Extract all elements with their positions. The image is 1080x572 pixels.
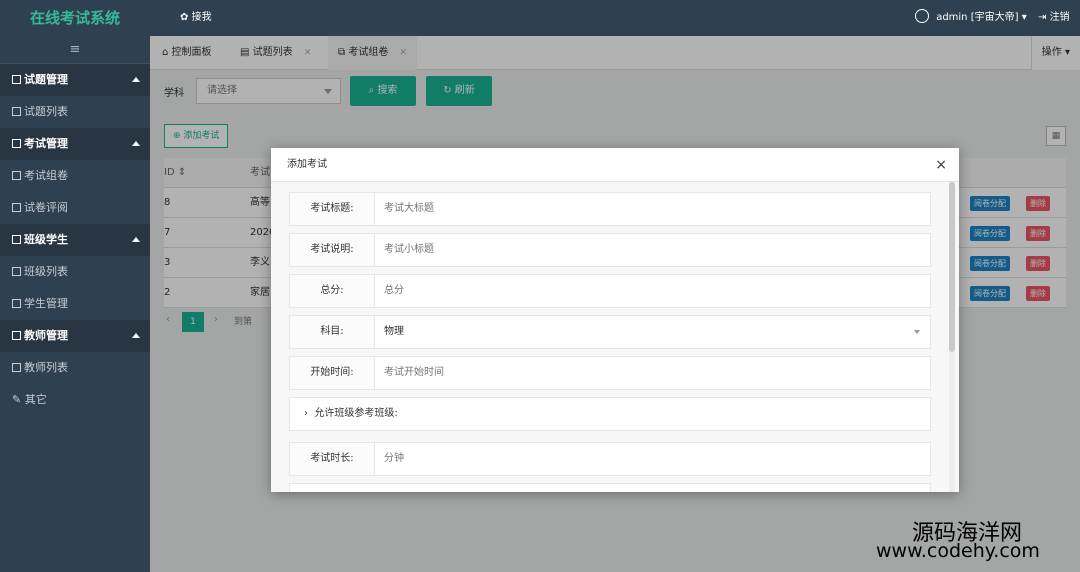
field-label: 考试说明:: [290, 234, 375, 266]
exam-description-input[interactable]: [384, 234, 914, 266]
caret-up-icon: [132, 141, 140, 146]
form-row-description: 考试说明:: [289, 233, 931, 267]
sidebar-item-teacher-list[interactable]: 教师列表: [0, 352, 150, 384]
form-row-subject: 科目: 物理: [289, 315, 931, 349]
form-row-title: 考试标题:: [289, 192, 931, 226]
grid-icon: [12, 138, 21, 148]
user-menu[interactable]: admin [宇宙大帝] ▾: [915, 0, 1027, 36]
logout-button[interactable]: ⇥ 注销: [1038, 0, 1070, 36]
field-label: 总分:: [290, 275, 375, 307]
caret-up-icon: [132, 237, 140, 242]
allowed-classes-collapse[interactable]: › 允许班级参考班级:: [289, 397, 931, 431]
field-label: 开始时间:: [290, 357, 375, 389]
modal-header: 添加考试 ×: [271, 148, 959, 182]
watermark-line2: www.codehy.com: [876, 540, 1040, 562]
document-icon: [12, 106, 21, 116]
sidebar-group-label: 班级学生: [24, 233, 68, 246]
form-row-total-score: 总分:: [289, 274, 931, 308]
caret-down-icon: ▾: [1021, 12, 1027, 23]
user-icon: [12, 298, 21, 308]
total-score-input[interactable]: [384, 275, 914, 307]
sidebar-item-label: 学生管理: [24, 297, 68, 310]
sidebar-group-questions[interactable]: 试题管理: [0, 64, 150, 96]
copy-icon: [12, 170, 21, 180]
modal-scrollbar[interactable]: [949, 182, 955, 492]
gear-icon: ✿: [180, 12, 189, 23]
chevron-down-icon: [914, 330, 920, 334]
sidebar-group-label: 考试管理: [24, 137, 68, 150]
form-row-duration: 考试时长:: [289, 442, 931, 476]
top-link-label: 接我: [191, 12, 212, 23]
add-exam-modal: 添加考试 × 考试标题: 考试说明: 总分: 科目: 物理 开始时间: › 允许…: [271, 148, 959, 492]
grid-icon: [12, 330, 21, 340]
modal-title: 添加考试: [287, 159, 327, 170]
sidebar-item-label: 试题列表: [24, 105, 68, 118]
sidebar-item-question-list[interactable]: 试题列表: [0, 96, 150, 128]
subject-select[interactable]: 物理: [384, 316, 914, 348]
sidebar-item-other[interactable]: ✎ 其它: [0, 384, 150, 416]
sidebar-item-label: 考试组卷: [24, 169, 68, 182]
menu-icon: ≡: [69, 42, 81, 57]
sidebar-group-students[interactable]: 班级学生: [0, 224, 150, 256]
wrench-icon: ✎: [12, 393, 22, 406]
teacher-icon: [12, 362, 21, 372]
sidebar-toggle[interactable]: ≡: [0, 36, 150, 64]
field-label: 考试标题:: [290, 193, 375, 225]
top-link[interactable]: ✿ 接我: [180, 0, 212, 36]
sidebar-group-teachers[interactable]: 教师管理: [0, 320, 150, 352]
sidebar-item-label: 试卷评阅: [24, 201, 68, 214]
caret-up-icon: [132, 77, 140, 82]
modal-body: 考试标题: 考试说明: 总分: 科目: 物理 开始时间: › 允许班级参考班级:…: [271, 182, 959, 492]
exam-title-input[interactable]: [384, 193, 914, 225]
list-icon: [12, 202, 21, 212]
duration-input[interactable]: [384, 443, 914, 475]
form-row-start-time: 开始时间:: [289, 356, 931, 390]
id-card-icon: [12, 266, 21, 276]
sidebar-item-label: 其它: [24, 393, 47, 406]
sidebar-item-class-list[interactable]: 班级列表: [0, 256, 150, 288]
sidebar-item-label: 教师列表: [24, 361, 68, 374]
sidebar-item-exam-compose[interactable]: 考试组卷: [0, 160, 150, 192]
sidebar-group-exams[interactable]: 考试管理: [0, 128, 150, 160]
close-icon[interactable]: ×: [935, 148, 947, 182]
app-title: 在线考试系统: [29, 9, 120, 27]
field-label: 科目:: [290, 316, 375, 348]
logout-label: 注销: [1049, 12, 1070, 23]
sidebar-group-label: 试题管理: [24, 73, 68, 86]
grid-icon: [12, 74, 21, 84]
sidebar-item-paper-review[interactable]: 试卷评阅: [0, 192, 150, 224]
sidebar-group-label: 教师管理: [24, 329, 68, 342]
collapse-label: 允许班级参考班级:: [314, 408, 398, 419]
sidebar: ≡ 试题管理 试题列表 考试管理 考试组卷 试卷评阅 班级学生 班级列表 学生管…: [0, 36, 150, 572]
start-time-input[interactable]: [384, 357, 914, 389]
top-navbar: 在线考试系统 ✿ 接我 admin [宇宙大帝] ▾ ⇥ 注销: [0, 0, 1080, 36]
field-label: 考试时长:: [290, 443, 375, 475]
form-row-next: [289, 483, 931, 492]
sidebar-item-label: 班级列表: [24, 265, 68, 278]
logout-icon: ⇥: [1038, 12, 1047, 23]
grid-icon: [12, 234, 21, 244]
user-avatar-icon: [915, 9, 929, 23]
scroll-thumb[interactable]: [949, 182, 955, 352]
chevron-right-icon: ›: [304, 408, 308, 419]
sidebar-item-student-manage[interactable]: 学生管理: [0, 288, 150, 320]
user-name: admin [宇宙大帝]: [936, 12, 1019, 23]
caret-up-icon: [132, 333, 140, 338]
